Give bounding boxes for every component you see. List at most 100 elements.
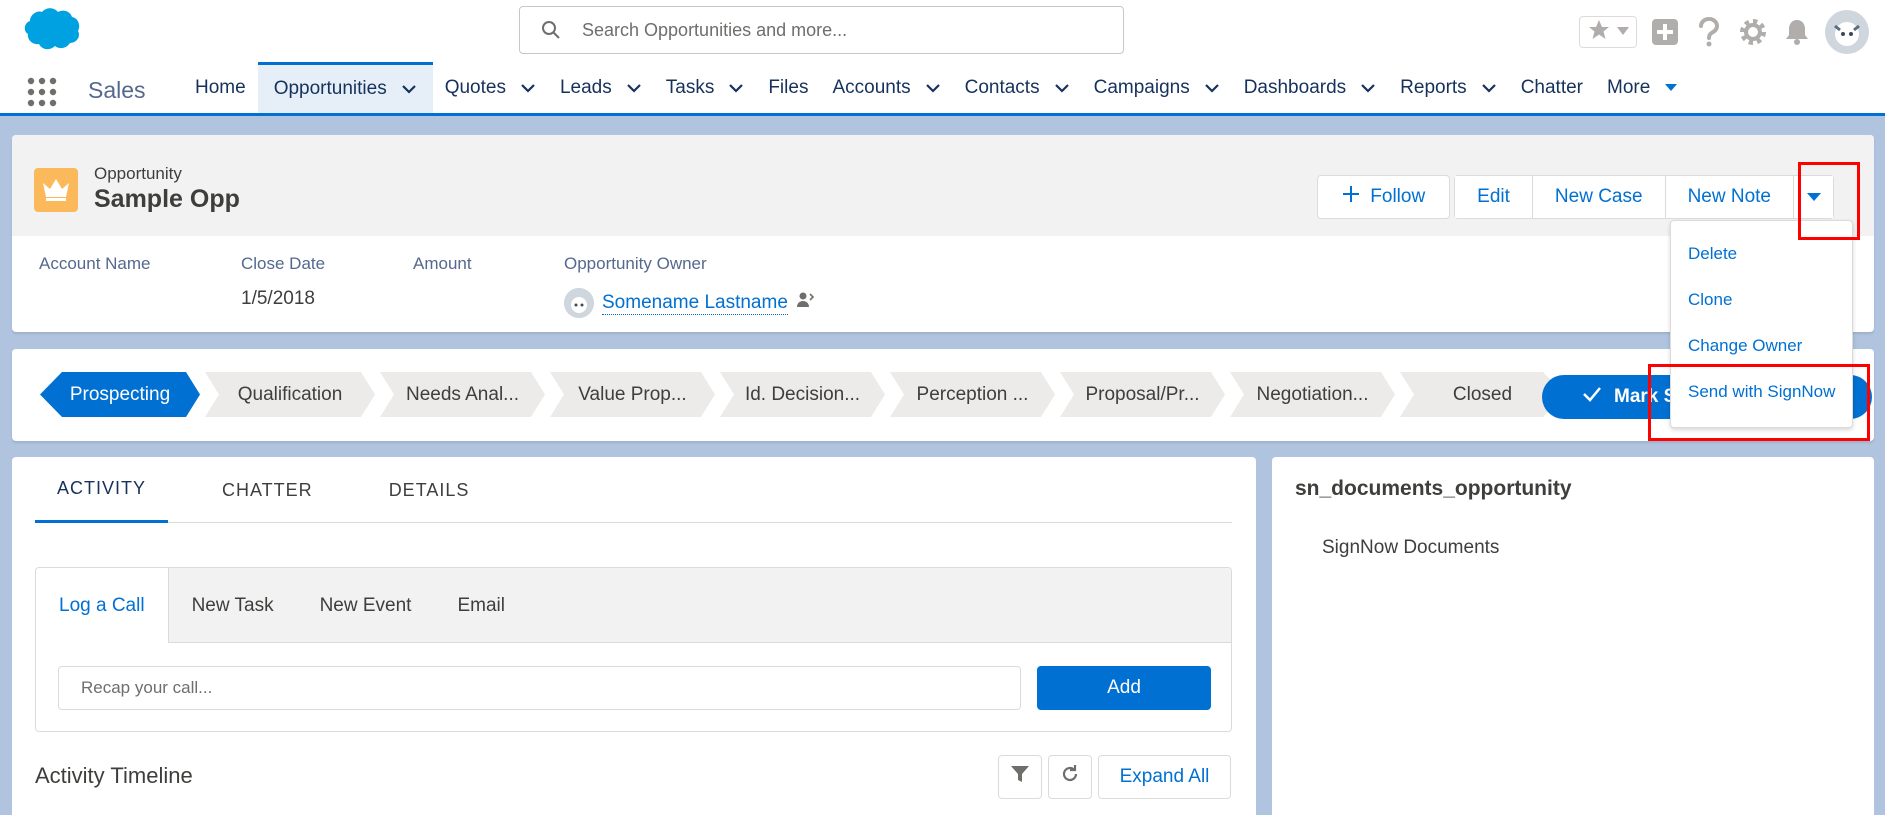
publisher-tab-email[interactable]: Email xyxy=(434,568,528,643)
menu-item-send-with-signnow[interactable]: Send with SignNow xyxy=(1671,369,1852,415)
chevron-down-icon[interactable] xyxy=(1204,83,1220,93)
chevron-down-icon[interactable] xyxy=(1481,83,1497,93)
nav-item-label: Contacts xyxy=(964,76,1040,98)
tab-details[interactable]: DETAILS xyxy=(367,457,492,523)
header-utility-icons xyxy=(1579,10,1869,54)
nav-item-label: Leads xyxy=(559,76,612,98)
more-actions-button[interactable] xyxy=(1793,176,1833,218)
signnow-documents-item: SignNow Documents xyxy=(1322,537,1500,558)
record-type: Opportunity xyxy=(94,164,182,183)
nav-item-label: Home xyxy=(195,76,246,98)
menu-item-clone[interactable]: Clone xyxy=(1671,277,1852,323)
user-avatar[interactable] xyxy=(1825,10,1869,54)
add-button[interactable]: Add xyxy=(1037,666,1211,710)
edit-button[interactable]: Edit xyxy=(1455,176,1532,218)
search-icon xyxy=(520,20,582,40)
chevron-down-icon[interactable] xyxy=(520,83,536,93)
nav-item-opportunities[interactable]: Opportunities xyxy=(257,62,433,113)
path-stage-id-decision[interactable]: Id. Decision... xyxy=(720,372,885,417)
salesforce-logo[interactable] xyxy=(16,6,80,54)
publisher-tabs: Log a Call New Task New Event Email xyxy=(36,568,1231,643)
publisher-tab-new-task[interactable]: New Task xyxy=(169,568,297,643)
menu-item-change-owner[interactable]: Change Owner xyxy=(1671,323,1852,369)
tab-activity[interactable]: ACTIVITY xyxy=(35,457,169,523)
check-icon xyxy=(1582,386,1602,408)
sn-documents-card: sn_documents_opportunity SignNow Documen… xyxy=(1272,457,1874,815)
global-search[interactable] xyxy=(519,6,1124,54)
nav-item-label: Quotes xyxy=(444,76,506,98)
search-input[interactable] xyxy=(582,19,1123,41)
amount-field: Amount xyxy=(413,254,472,274)
owner-label: Opportunity Owner xyxy=(564,254,707,273)
app-launcher-icon[interactable] xyxy=(26,76,58,108)
expand-all-button[interactable]: Expand All xyxy=(1098,755,1231,799)
new-note-button[interactable]: New Note xyxy=(1664,176,1793,218)
nav-item-tasks[interactable]: Tasks xyxy=(654,62,757,113)
nav-item-label: Dashboards xyxy=(1243,76,1347,98)
record-header-top: Opportunity Sample Opp Follow Edit New C… xyxy=(12,135,1874,236)
follow-button[interactable]: Follow xyxy=(1317,175,1451,219)
menu-item-delete[interactable]: Delete xyxy=(1671,231,1852,277)
nav-item-quotes[interactable]: Quotes xyxy=(433,62,548,113)
amount-label: Amount xyxy=(413,254,472,273)
recap-call-input[interactable] xyxy=(58,666,1021,710)
publisher-tab-log-a-call[interactable]: Log a Call xyxy=(36,568,169,643)
nav-item-files[interactable]: Files xyxy=(756,62,820,113)
nav-item-campaigns[interactable]: Campaigns xyxy=(1082,62,1232,113)
record-tabs: ACTIVITY CHATTER DETAILS xyxy=(35,457,1232,523)
activity-card: ACTIVITY CHATTER DETAILS Log a Call New Tas… xyxy=(12,457,1256,815)
opportunity-crown-icon xyxy=(34,168,78,212)
plus-icon xyxy=(1342,185,1360,209)
path-stage-negotiation[interactable]: Negotiation... xyxy=(1230,372,1395,417)
refresh-icon xyxy=(1060,764,1080,790)
nav-item-chatter[interactable]: Chatter xyxy=(1509,62,1595,113)
path-stage-proposal-pr[interactable]: Proposal/Pr... xyxy=(1060,372,1225,417)
nav-item-accounts[interactable]: Accounts xyxy=(820,62,952,113)
chevron-down-icon[interactable] xyxy=(1360,83,1376,93)
nav-item-label: Files xyxy=(768,76,809,98)
add-icon[interactable] xyxy=(1649,16,1681,48)
filter-icon xyxy=(1010,764,1030,790)
chevron-down-icon[interactable] xyxy=(401,84,417,94)
new-case-button[interactable]: New Case xyxy=(1531,176,1665,218)
chevron-down-icon[interactable] xyxy=(1054,83,1070,93)
chevron-down-icon[interactable] xyxy=(925,83,941,93)
record-header: Opportunity Sample Opp Follow Edit New C… xyxy=(12,135,1874,332)
nav-item-dashboards[interactable]: Dashboards xyxy=(1232,62,1388,113)
filter-button[interactable] xyxy=(998,755,1042,799)
path-stage-value-prop[interactable]: Value Prop... xyxy=(550,372,715,417)
path-stage-prospecting[interactable]: Prospecting xyxy=(40,372,200,417)
account-name-label: Account Name xyxy=(39,254,151,273)
chevron-down-icon[interactable] xyxy=(728,83,744,93)
change-owner-icon[interactable] xyxy=(796,291,815,315)
nav-item-label: Accounts xyxy=(832,76,911,98)
nav-item-contacts[interactable]: Contacts xyxy=(953,62,1082,113)
sales-path: Prospecting Qualification Needs Anal... Val… xyxy=(12,349,1874,441)
nav-item-reports[interactable]: Reports xyxy=(1388,62,1509,113)
activity-publisher: Log a CallNew TaskNew EventEmail Add xyxy=(35,567,1232,732)
favorites-group[interactable] xyxy=(1579,16,1637,48)
nav-item-more[interactable]: More xyxy=(1595,62,1690,113)
publisher-tab-new-event[interactable]: New Event xyxy=(297,568,435,643)
caret-down-icon[interactable] xyxy=(1664,83,1678,92)
chevron-down-icon[interactable] xyxy=(626,83,642,93)
owner-avatar xyxy=(564,288,594,318)
path-stages: Prospecting Qualification Needs Anal... Val… xyxy=(40,372,1570,417)
gear-icon[interactable] xyxy=(1737,16,1769,48)
star-icon[interactable] xyxy=(1587,18,1611,47)
owner-field: Opportunity Owner Somename Lastname xyxy=(564,254,815,318)
notification-bell-icon[interactable] xyxy=(1781,16,1813,48)
path-stage-perception[interactable]: Perception ... xyxy=(890,372,1055,417)
path-stage-closed[interactable]: Closed xyxy=(1400,372,1565,417)
owner-value: Somename Lastname xyxy=(564,288,815,318)
path-stage-qualification[interactable]: Qualification xyxy=(205,372,375,417)
caret-down-icon[interactable] xyxy=(1616,23,1630,41)
nav-item-home[interactable]: Home xyxy=(183,62,258,113)
help-icon[interactable] xyxy=(1693,16,1725,48)
tab-chatter[interactable]: CHATTER xyxy=(200,457,335,523)
path-stage-needs-anal[interactable]: Needs Anal... xyxy=(380,372,545,417)
owner-link[interactable]: Somename Lastname xyxy=(602,292,788,315)
nav-item-leads[interactable]: Leads xyxy=(548,62,654,113)
app-name: Sales xyxy=(88,77,146,103)
refresh-button[interactable] xyxy=(1048,755,1092,799)
